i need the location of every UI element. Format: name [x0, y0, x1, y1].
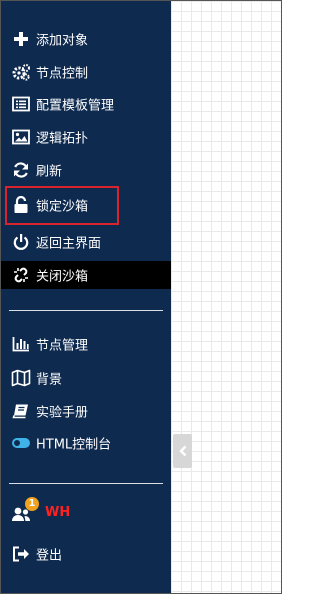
unlink-icon — [11, 265, 31, 285]
image-icon — [11, 127, 31, 147]
refresh-icon — [11, 160, 31, 180]
book-icon — [11, 401, 31, 421]
menu-html-console[interactable]: HTML控制台 — [1, 429, 171, 457]
plus-icon — [11, 29, 31, 49]
sign-out-icon — [11, 544, 31, 564]
menu-node-control-label: 节点控制 — [36, 66, 89, 82]
sidebar: 添加对象 节点控制 配置模板管理 逻辑拓扑 刷新 锁定沙箱 返回主界面 关闭沙箱… — [1, 1, 171, 593]
menu-node-control[interactable]: 节点控制 — [1, 58, 171, 86]
menu-logout-label: 登出 — [36, 548, 63, 564]
menu-close-sandbox-label: 关闭沙箱 — [36, 269, 89, 285]
bar-chart-icon — [11, 334, 31, 354]
menu-config-template[interactable]: 配置模板管理 — [1, 90, 171, 118]
menu-refresh[interactable]: 刷新 — [1, 156, 171, 184]
menu-node-management[interactable]: 节点管理 — [1, 330, 171, 358]
gears-icon — [11, 62, 31, 82]
menu-logical-topology-label: 逻辑拓扑 — [36, 131, 89, 147]
unlock-icon — [11, 195, 31, 215]
menu-background[interactable]: 背景 — [1, 364, 171, 392]
menu-config-template-label: 配置模板管理 — [36, 98, 115, 114]
toggle-on-icon[interactable] — [11, 433, 31, 453]
topology-canvas[interactable] — [171, 1, 281, 593]
menu-html-console-label: HTML控制台 — [36, 437, 112, 453]
menu-return-main-label: 返回主界面 — [36, 236, 102, 252]
menu-lock-sandbox-label: 锁定沙箱 — [36, 199, 89, 215]
user-name: WH — [45, 505, 71, 520]
html-console-toggle[interactable] — [12, 438, 30, 448]
menu-lab-manual-label: 实验手册 — [36, 405, 89, 421]
divider — [9, 483, 163, 484]
menu-node-management-label: 节点管理 — [36, 338, 89, 354]
menu-logout[interactable]: 登出 — [1, 540, 171, 568]
sandbox-window: 添加对象 节点控制 配置模板管理 逻辑拓扑 刷新 锁定沙箱 返回主界面 关闭沙箱… — [0, 0, 282, 594]
menu-background-label: 背景 — [36, 372, 63, 388]
power-icon — [11, 232, 31, 252]
menu-return-main[interactable]: 返回主界面 — [1, 228, 171, 256]
divider — [9, 310, 163, 311]
list-box-icon — [11, 94, 31, 114]
map-icon — [11, 368, 31, 388]
menu-add-object[interactable]: 添加对象 — [1, 25, 171, 53]
menu-add-object-label: 添加对象 — [36, 33, 89, 49]
notification-badge: 1 — [25, 497, 39, 511]
menu-refresh-label: 刷新 — [36, 164, 63, 180]
menu-close-sandbox[interactable]: 关闭沙箱 — [1, 261, 171, 289]
menu-lab-manual[interactable]: 实验手册 — [1, 397, 171, 425]
menu-logical-topology[interactable]: 逻辑拓扑 — [1, 123, 171, 151]
menu-lock-sandbox[interactable]: 锁定沙箱 — [1, 191, 171, 219]
